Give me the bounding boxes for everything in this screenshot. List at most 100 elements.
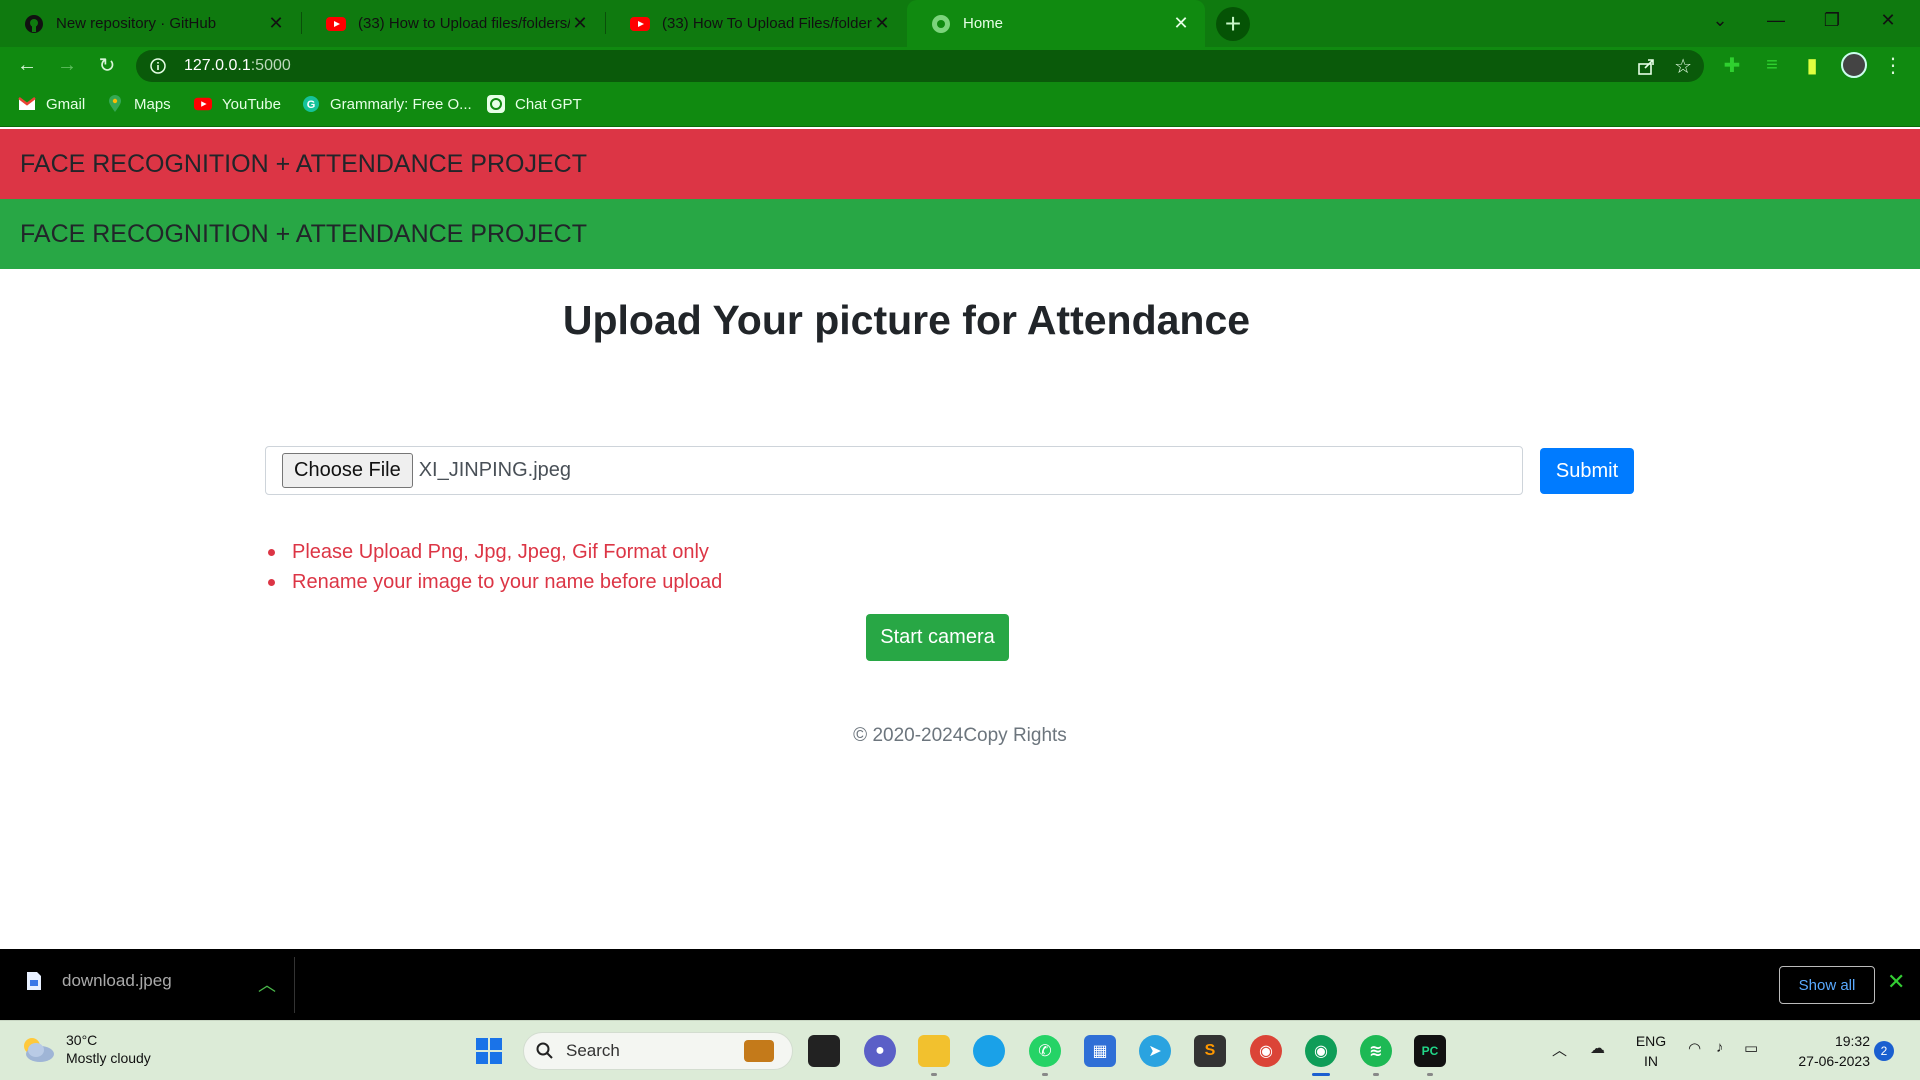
onedrive-cloud-icon[interactable]: ☁ bbox=[1590, 1039, 1605, 1057]
running-indicator bbox=[1042, 1073, 1048, 1076]
submit-button[interactable]: Submit bbox=[1540, 448, 1634, 494]
chatgpt-icon bbox=[487, 95, 505, 113]
telegram-icon[interactable]: ➤ bbox=[1139, 1035, 1171, 1067]
tab-strip: New repository · GitHub ✕ (33) How to Up… bbox=[0, 0, 1920, 47]
file-explorer-icon[interactable] bbox=[918, 1035, 950, 1067]
list-item: Please Upload Png, Jpg, Jpeg, Gif Format… bbox=[268, 537, 722, 567]
bookmark-grammarly[interactable]: G Grammarly: Free O... bbox=[302, 95, 472, 113]
tab-youtube-1[interactable]: (33) How to Upload files/folders/ ✕ bbox=[302, 0, 604, 47]
youtube-icon bbox=[326, 14, 346, 34]
chrome-icon[interactable]: ◉ bbox=[1250, 1035, 1282, 1067]
lang-line-1: ENG bbox=[1635, 1033, 1667, 1049]
weather-desc: Mostly cloudy bbox=[66, 1050, 151, 1066]
tab-title: (33) How To Upload Files/folders bbox=[662, 15, 872, 32]
browser-toolbar: ← → ↻ 127.0.0.1:5000 ☆ ✚ ≡ ▮ ⋮ bbox=[0, 47, 1920, 83]
sublime-text-icon[interactable]: S bbox=[1194, 1035, 1226, 1067]
taskbar-search-input[interactable]: Search bbox=[523, 1032, 793, 1070]
tab-title: (33) How to Upload files/folders/ bbox=[358, 15, 570, 32]
navbar-green: FACE RECOGNITION + ATTENDANCE PROJECT bbox=[0, 199, 1920, 269]
windows-taskbar: 30°C Mostly cloudy Search ● ✆ ▦ ➤ S ◉ ◉ … bbox=[0, 1020, 1920, 1080]
extensions-icon[interactable]: ✚ bbox=[1719, 52, 1745, 78]
url-text: 127.0.0.1:5000 bbox=[184, 57, 291, 75]
footer-copyright: © 2020-2024Copy Rights bbox=[853, 725, 1067, 746]
address-bar[interactable]: 127.0.0.1:5000 ☆ bbox=[136, 50, 1704, 82]
clock-time: 19:32 bbox=[1834, 1033, 1870, 1049]
microsoft-store-icon[interactable]: ▦ bbox=[1084, 1035, 1116, 1067]
wifi-icon[interactable]: ◠ bbox=[1688, 1039, 1701, 1057]
spotify-icon[interactable]: ≋ bbox=[1360, 1035, 1392, 1067]
close-icon[interactable]: ✕ bbox=[1887, 969, 1905, 995]
teams-chat-icon[interactable]: ● bbox=[864, 1035, 896, 1067]
side-panel-icon[interactable]: ▮ bbox=[1799, 52, 1825, 78]
close-tab-icon[interactable]: ✕ bbox=[872, 13, 892, 34]
back-arrow-icon[interactable]: ← bbox=[14, 52, 40, 78]
battery-icon[interactable]: ▭ bbox=[1744, 1039, 1758, 1057]
file-icon bbox=[27, 972, 41, 990]
show-hidden-icons-icon[interactable]: ︿ bbox=[1552, 1039, 1567, 1060]
navbar-red: FACE RECOGNITION + ATTENDANCE PROJECT bbox=[0, 129, 1920, 199]
navbar-brand[interactable]: FACE RECOGNITION + ATTENDANCE PROJECT bbox=[20, 150, 587, 179]
gmail-icon bbox=[18, 95, 36, 113]
bookmark-chatgpt[interactable]: Chat GPT bbox=[487, 95, 582, 113]
more-menu-icon[interactable]: ⋮ bbox=[1880, 52, 1906, 78]
weather-widget[interactable]: 30°C Mostly cloudy bbox=[20, 1031, 151, 1067]
bookmark-gmail[interactable]: Gmail bbox=[18, 95, 85, 113]
show-all-button[interactable]: Show all bbox=[1779, 966, 1875, 1004]
windows-start-icon[interactable] bbox=[473, 1035, 505, 1067]
system-clock[interactable]: 19:32 27-06-2023 bbox=[1780, 1031, 1870, 1071]
bookmark-label: Gmail bbox=[46, 95, 86, 113]
site-info-icon[interactable] bbox=[148, 56, 168, 76]
language-indicator[interactable]: ENG IN bbox=[1634, 1031, 1668, 1071]
reading-list-icon[interactable]: ≡ bbox=[1759, 52, 1785, 78]
minimize-icon[interactable]: — bbox=[1748, 0, 1804, 40]
whatsapp-icon[interactable]: ✆ bbox=[1029, 1035, 1061, 1067]
pycharm-icon[interactable]: PC bbox=[1414, 1035, 1446, 1067]
close-tab-icon[interactable]: ✕ bbox=[570, 13, 590, 34]
file-upload-input[interactable]: Choose File XI_JINPING.jpeg bbox=[265, 446, 1523, 495]
svg-text:G: G bbox=[307, 99, 316, 111]
restore-icon[interactable]: ❐ bbox=[1804, 0, 1860, 40]
close-tab-icon[interactable]: ✕ bbox=[1171, 13, 1191, 34]
search-icon bbox=[536, 1042, 553, 1059]
selected-file-name: XI_JINPING.jpeg bbox=[418, 459, 572, 481]
page-title: Upload Your picture for Attendance bbox=[562, 297, 1251, 343]
chevron-up-icon[interactable]: ︿ bbox=[258, 971, 276, 997]
tab-home[interactable]: Home ✕ bbox=[907, 0, 1205, 47]
clock-date: 27-06-2023 bbox=[1798, 1053, 1870, 1069]
new-tab-button[interactable]: + bbox=[1216, 7, 1250, 41]
running-indicator bbox=[931, 1073, 937, 1076]
browser-window: New repository · GitHub ✕ (33) How to Up… bbox=[0, 0, 1920, 1080]
bookmark-label: YouTube bbox=[222, 95, 281, 113]
bookmark-star-icon[interactable]: ☆ bbox=[1674, 54, 1692, 79]
tab-title: New repository · GitHub bbox=[56, 15, 217, 32]
close-window-icon[interactable]: ✕ bbox=[1860, 0, 1916, 40]
profile-avatar[interactable] bbox=[1841, 52, 1867, 78]
choose-file-button[interactable]: Choose File bbox=[282, 453, 413, 488]
chrome-profile-icon[interactable]: ◉ bbox=[1305, 1035, 1337, 1067]
download-item[interactable]: download.jpeg bbox=[26, 971, 172, 991]
lang-line-2: IN bbox=[1644, 1053, 1658, 1069]
reload-icon[interactable]: ↻ bbox=[94, 52, 120, 78]
notification-badge[interactable]: 2 bbox=[1874, 1041, 1894, 1061]
task-view-icon[interactable] bbox=[808, 1035, 840, 1067]
grammarly-icon: G bbox=[302, 95, 320, 113]
bookmark-label: Chat GPT bbox=[515, 95, 582, 113]
navbar-brand[interactable]: FACE RECOGNITION + ATTENDANCE PROJECT bbox=[20, 220, 587, 249]
tab-github[interactable]: New repository · GitHub ✕ bbox=[0, 0, 300, 47]
running-indicator bbox=[1427, 1073, 1433, 1076]
close-tab-icon[interactable]: ✕ bbox=[266, 13, 286, 34]
tab-youtube-2[interactable]: (33) How To Upload Files/folders ✕ bbox=[606, 0, 906, 47]
volume-icon[interactable]: ♪ bbox=[1716, 1039, 1724, 1056]
tab-search-icon[interactable]: ⌄ bbox=[1692, 0, 1748, 40]
search-placeholder: Search bbox=[566, 1041, 620, 1060]
share-icon[interactable] bbox=[1636, 56, 1656, 76]
bookmark-youtube[interactable]: YouTube bbox=[194, 95, 281, 113]
running-indicator bbox=[1312, 1073, 1330, 1076]
list-item: Rename your image to your name before up… bbox=[268, 567, 722, 597]
edge-icon[interactable] bbox=[973, 1035, 1005, 1067]
running-indicator bbox=[1373, 1073, 1379, 1076]
start-camera-button[interactable]: Start camera bbox=[866, 614, 1009, 661]
forward-arrow-icon[interactable]: → bbox=[54, 52, 80, 78]
youtube-icon bbox=[194, 95, 212, 113]
bookmark-maps[interactable]: Maps bbox=[106, 95, 171, 113]
